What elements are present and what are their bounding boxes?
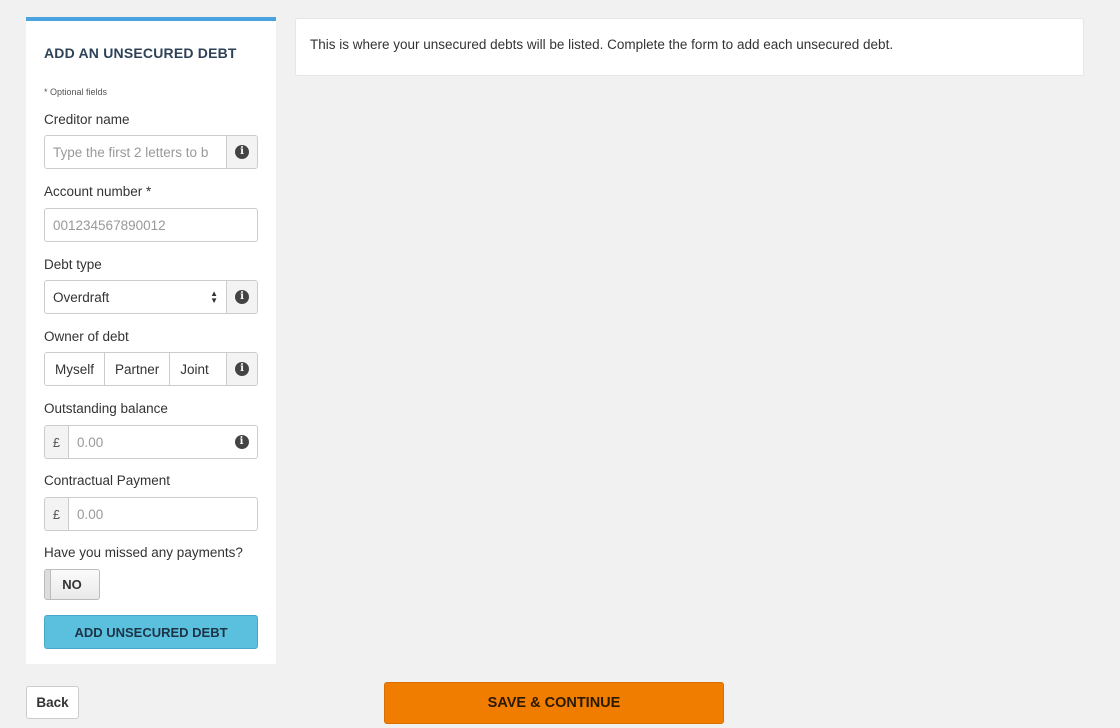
creditor-name-group: i	[44, 135, 258, 169]
info-icon: i	[235, 290, 249, 304]
save-continue-button[interactable]: SAVE & CONTINUE	[384, 682, 724, 724]
owner-of-debt-label: Owner of debt	[44, 329, 129, 344]
owner-option-joint[interactable]: Joint	[170, 353, 219, 385]
creditor-name-label: Creditor name	[44, 112, 130, 127]
contractual-payment-label: Contractual Payment	[44, 473, 171, 488]
currency-symbol: £	[45, 498, 69, 530]
add-debt-panel: ADD AN UNSECURED DEBT * Optional fields …	[26, 17, 276, 664]
currency-symbol: £	[45, 426, 69, 458]
owner-option-partner[interactable]: Partner	[105, 353, 171, 385]
optional-fields-note: * Optional fields	[44, 87, 108, 97]
info-icon: i	[235, 362, 249, 376]
debt-type-select[interactable]: Overdraft ▲ ▼	[45, 281, 226, 313]
owner-option-myself[interactable]: Myself	[45, 353, 106, 385]
account-number-input[interactable]	[45, 209, 257, 241]
back-button[interactable]: Back	[26, 686, 79, 719]
info-message: This is where your unsecured debts will …	[310, 37, 894, 52]
debt-type-info-button[interactable]: i	[226, 281, 257, 313]
add-unsecured-debt-button[interactable]: ADD UNSECURED DEBT	[44, 615, 258, 649]
outstanding-balance-group: £ i	[44, 425, 258, 459]
outstanding-balance-input[interactable]	[69, 426, 226, 458]
toggle-knob	[45, 570, 51, 599]
debts-list-info: This is where your unsecured debts will …	[295, 18, 1084, 76]
contractual-payment-group: £	[44, 497, 258, 531]
missed-payments-label: Have you missed any payments?	[44, 545, 243, 560]
info-icon: i	[235, 145, 249, 159]
sort-arrows-icon: ▲ ▼	[210, 289, 218, 305]
missed-payments-toggle[interactable]: NO	[44, 569, 100, 600]
creditor-name-input[interactable]	[45, 136, 226, 168]
panel-title: ADD AN UNSECURED DEBT	[44, 45, 237, 61]
owner-info-button[interactable]: i	[226, 353, 257, 385]
balance-info-button[interactable]: i	[226, 426, 257, 458]
debt-type-label: Debt type	[44, 257, 102, 272]
info-icon: i	[234, 435, 249, 449]
account-number-label: Account number *	[44, 184, 152, 199]
outstanding-balance-label: Outstanding balance	[44, 401, 168, 416]
contractual-payment-input[interactable]	[69, 498, 257, 530]
toggle-value: NO	[62, 577, 82, 592]
creditor-info-button[interactable]: i	[226, 136, 257, 168]
owner-of-debt-group: Myself Partner Joint i	[44, 352, 258, 386]
account-number-group	[44, 208, 258, 242]
debt-type-value: Overdraft	[53, 289, 110, 305]
debt-type-group: Overdraft ▲ ▼ i	[44, 280, 258, 314]
